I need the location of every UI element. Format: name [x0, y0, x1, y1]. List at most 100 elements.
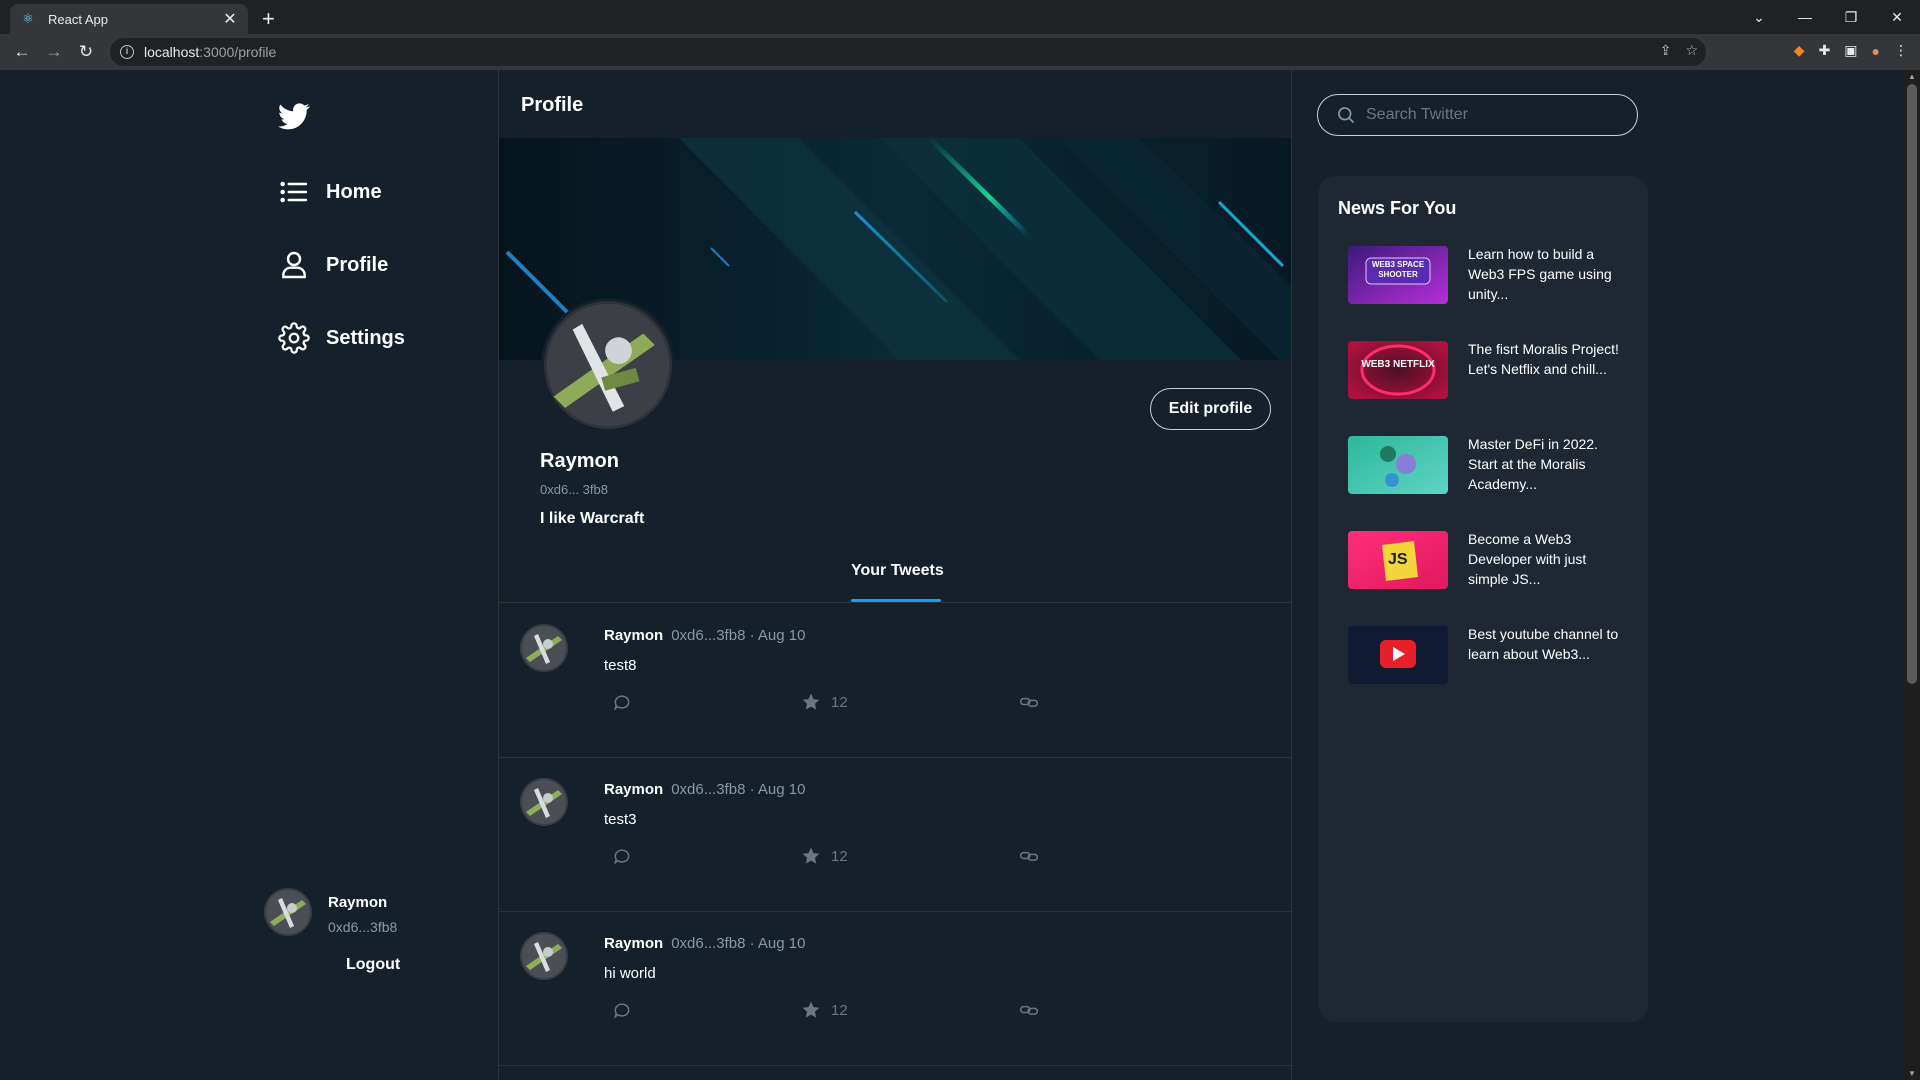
tweet-text: test3: [604, 811, 637, 828]
minimize-icon[interactable]: —: [1782, 9, 1828, 25]
twitter-logo-icon[interactable]: [278, 100, 310, 132]
close-tab-icon[interactable]: ✕: [222, 9, 238, 29]
news-text: Best youtube channel to learn about Web3…: [1468, 626, 1619, 662]
address-bar: ← → ↻ i localhost:3000/profile ⇪ ☆ ◆ ✚ ▣…: [0, 34, 1920, 70]
tweet-text: test8: [604, 657, 637, 674]
nav-settings-label: Settings: [326, 326, 405, 349]
nav-settings[interactable]: Settings: [278, 318, 405, 358]
link-icon: [1019, 846, 1039, 866]
page-scrollbar[interactable]: ▲ ▼: [1904, 70, 1920, 1080]
news-thumbnail: WEB3 SPACE SHOOTER: [1348, 246, 1448, 304]
like-button[interactable]: 12: [801, 1000, 848, 1020]
metamask-extension-icon[interactable]: ◆: [1794, 42, 1805, 59]
nav-home-label: Home: [326, 180, 382, 203]
link-icon: [1019, 692, 1039, 712]
star-icon: [801, 1000, 821, 1020]
news-text: The fisrt Moralis Project! Let's Netflix…: [1468, 341, 1619, 377]
comment-button[interactable]: [612, 846, 632, 866]
restore-icon[interactable]: ❐: [1828, 9, 1874, 26]
edit-profile-button[interactable]: Edit profile: [1150, 388, 1271, 430]
user-icon: [282, 251, 306, 279]
browser-tab[interactable]: ⚛ React App ✕: [10, 4, 248, 34]
news-panel: News For You WEB3 SPACE SHOOTER Learn ho…: [1318, 176, 1648, 1022]
extensions-puzzle-icon[interactable]: ✚: [1819, 42, 1831, 59]
profile-handle: 0xd6... 3fb8: [540, 482, 608, 497]
user-name: Raymon: [328, 894, 388, 911]
tweet[interactable]: Raymon 0xd6...3fb8 · Aug 10 test8 12: [499, 604, 1291, 758]
tweet[interactable]: Raymon 0xd6...3fb8 · Aug 10 test3 12: [499, 758, 1291, 912]
star-icon: [801, 846, 821, 866]
tab-your-tweets[interactable]: Your Tweets: [851, 558, 944, 603]
tweet-meta: 0xd6...3fb8 · Aug 10: [671, 627, 806, 644]
tweet-meta: 0xd6...3fb8 · Aug 10: [671, 935, 806, 952]
logout-button[interactable]: Logout: [346, 956, 400, 974]
avatar[interactable]: [520, 778, 568, 826]
tweet-text: hi world: [604, 965, 656, 982]
share-link-button[interactable]: [1019, 692, 1039, 712]
forward-icon[interactable]: →: [38, 42, 70, 62]
news-thumbnail-label: WEB3 NETFLIX: [1361, 359, 1435, 370]
tweet[interactable]: Raymon 0xd6...3fb8 · Aug 10 hi world 12: [499, 912, 1291, 1066]
scroll-down-icon[interactable]: ▼: [1907, 1069, 1917, 1078]
news-item[interactable]: Master DeFi in 2022. Start at the Morali…: [1348, 436, 1638, 498]
profile-bio: I like Warcraft: [540, 510, 645, 527]
avatar[interactable]: [264, 888, 312, 936]
avatar[interactable]: [520, 624, 568, 672]
site-info-icon[interactable]: i: [120, 45, 134, 59]
new-tab-icon[interactable]: +: [262, 6, 275, 32]
news-item[interactable]: WEB3 SPACE SHOOTER Learn how to build a …: [1348, 246, 1638, 308]
news-text: Learn how to build a Web3 FPS game using…: [1468, 246, 1612, 302]
search-box[interactable]: [1317, 94, 1638, 136]
url-input[interactable]: i localhost:3000/profile ⇪ ☆: [110, 38, 1706, 66]
tweet-author: Raymon: [604, 781, 664, 798]
like-count: 12: [831, 1001, 848, 1019]
menu-kebab-icon[interactable]: ⋮: [1894, 42, 1908, 59]
search-input[interactable]: [1366, 106, 1626, 124]
like-button[interactable]: 12: [801, 846, 848, 866]
profile-main: Profile Edit profile Raymon 0xd6... 3fb8…: [498, 70, 1292, 1080]
news-text: Become a Web3 Developer with just simple…: [1468, 531, 1587, 587]
avatar[interactable]: [520, 932, 568, 980]
scroll-up-icon[interactable]: ▲: [1907, 72, 1917, 81]
browser-tabbar: ⚛ React App ✕ + ⌄ — ❐ ✕: [0, 0, 1920, 34]
news-item[interactable]: JS Become a Web3 Developer with just sim…: [1348, 531, 1638, 593]
nav-home[interactable]: Home: [278, 172, 382, 212]
tweet-meta: 0xd6...3fb8 · Aug 10: [671, 781, 806, 798]
share-link-button[interactable]: [1019, 1000, 1039, 1020]
profile-tabs: Your Tweets: [499, 558, 1291, 603]
gear-icon: [278, 322, 310, 354]
react-icon: ⚛: [22, 11, 34, 26]
comment-button[interactable]: [612, 1000, 632, 1020]
news-item[interactable]: WEB3 NETFLIX The fisrt Moralis Project! …: [1348, 341, 1638, 403]
news-item[interactable]: Best youtube channel to learn about Web3…: [1348, 626, 1638, 688]
app-root: Home Profile Settings Raymon 0xd6...3fb8…: [0, 70, 1904, 1080]
nav-profile[interactable]: Profile: [278, 245, 388, 285]
list-icon: [280, 181, 308, 203]
close-window-icon[interactable]: ✕: [1874, 9, 1920, 26]
search-icon: [1338, 107, 1355, 124]
bookmark-star-icon[interactable]: ☆: [1685, 42, 1698, 59]
news-thumbnail: [1348, 436, 1448, 494]
profile-avatar[interactable]: [541, 298, 675, 432]
like-button[interactable]: 12: [801, 692, 848, 712]
tab-search-icon[interactable]: ⌄: [1736, 9, 1782, 26]
nav-profile-label: Profile: [326, 253, 389, 276]
news-title: News For You: [1338, 198, 1457, 218]
left-sidebar: Home Profile Settings Raymon 0xd6...3fb8…: [0, 70, 498, 1080]
share-icon[interactable]: ⇪: [1660, 42, 1672, 59]
profile-avatar-icon[interactable]: ●: [1872, 43, 1880, 59]
link-icon: [1019, 1000, 1039, 1020]
side-panel-icon[interactable]: ▣: [1844, 42, 1857, 59]
like-count: 12: [831, 847, 848, 865]
url-path: :3000/profile: [199, 44, 277, 60]
star-icon: [801, 692, 821, 712]
tweet-author: Raymon: [604, 935, 664, 952]
share-link-button[interactable]: [1019, 846, 1039, 866]
news-thumbnail-label: WEB3 SPACE SHOOTER: [1371, 260, 1425, 279]
like-count: 12: [831, 693, 848, 711]
comment-button[interactable]: [612, 692, 632, 712]
news-thumbnail-label: JS: [1388, 551, 1408, 568]
scroll-thumb[interactable]: [1907, 84, 1917, 684]
reload-icon[interactable]: ↻: [70, 42, 102, 62]
back-icon[interactable]: ←: [6, 42, 38, 62]
